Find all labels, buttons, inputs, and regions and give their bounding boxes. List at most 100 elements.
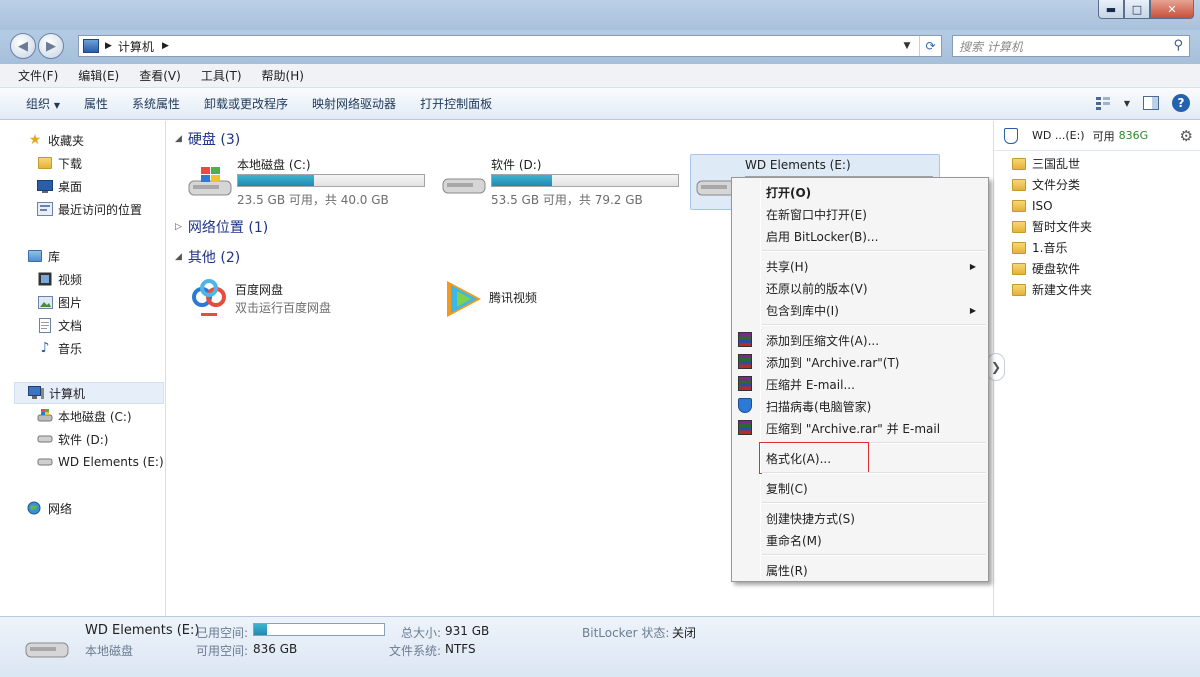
sidebar-item-label: 图片 [58,295,83,310]
expand-icon[interactable]: ▷ [175,222,182,232]
search-icon[interactable]: ⚲ [1173,38,1183,53]
menu-item-share[interactable]: 共享(H) ▶ [734,255,986,277]
uninstall-program-button[interactable]: 卸载或更改程序 [194,95,302,112]
menu-separator [762,250,986,252]
folder-item[interactable]: 新建文件夹 [1012,279,1092,300]
sidebar-item-drive-c[interactable]: 本地磁盘 (C:) [36,405,162,427]
menu-item-compress-rar-email[interactable]: 压缩到 "Archive.rar" 并 E-mail [734,417,986,439]
menu-item-add-archive-rar[interactable]: 添加到 "Archive.rar"(T) [734,351,986,373]
back-button[interactable]: ◀ [10,33,36,59]
folder-item[interactable]: 文件分类 [1012,174,1080,195]
menu-item-restore-versions[interactable]: 还原以前的版本(V) [734,277,986,299]
forward-button[interactable]: ▶ [38,33,64,59]
sidebar-network[interactable]: 网络 [26,497,156,519]
map-network-drive-button[interactable]: 映射网络驱动器 [302,95,410,112]
menu-tools[interactable]: 工具(T) [191,67,252,84]
sidebar-item-pictures[interactable]: 图片 [36,291,156,313]
folder-name: 三国乱世 [1032,157,1081,171]
menu-item-label: 打开(O) [766,185,812,200]
details-usage-fill [254,624,267,635]
breadcrumb-chevron-icon[interactable]: ▶ [162,41,169,51]
group-header-network[interactable]: ▷ 网络位置 (1) [175,217,268,237]
folder-item[interactable]: 暂时文件夹 [1012,216,1092,237]
sidebar-item-recent-places[interactable]: 最近访问的位置 [36,198,162,220]
menu-edit[interactable]: 编辑(E) [68,67,129,84]
app-tencent-video[interactable]: 腾讯视频 [437,273,677,329]
folder-icon [1012,157,1026,170]
address-dropdown-icon[interactable]: ▼ [897,36,917,56]
menu-item-label: 还原以前的版本(V) [766,281,868,296]
sidebar-item-videos[interactable]: 视频 [36,268,156,290]
sidebar-item-drive-e[interactable]: WD Elements (E:) [36,451,164,473]
menu-separator [762,324,986,326]
folder-icon [1012,283,1026,296]
menu-item-add-archive[interactable]: 添加到压缩文件(A)... [734,329,986,351]
maximize-button[interactable]: □ [1124,0,1150,19]
sidebar-favorites[interactable]: ★ 收藏夹 [26,129,156,151]
preview-pane-icon[interactable] [1142,94,1160,112]
menu-file[interactable]: 文件(F) [8,67,68,84]
folder-item[interactable]: 三国乱世 [1012,153,1080,174]
sidebar-libraries[interactable]: 库 [26,245,156,267]
drive-c[interactable]: 本地磁盘 (C:) 23.5 GB 可用，共 40.0 GB [183,153,433,209]
breadcrumb-computer[interactable]: 计算机 [118,38,154,55]
search-input[interactable]: 搜索 计算机 ⚲ [952,35,1190,57]
computer-icon [27,385,45,401]
menu-item-label: 属性(R) [766,563,808,578]
group-title: 其他 (2) [187,250,241,266]
address-bar[interactable]: ▶ 计算机 ▶ ▼ ⟳ [78,35,942,57]
folder-item[interactable]: 1.音乐 [1012,237,1067,258]
video-library-icon [36,271,54,287]
menu-item-label: 启用 BitLocker(B)... [766,229,879,244]
sidebar-item-label: 视频 [58,272,83,287]
sidebar-item-desktop[interactable]: 桌面 [36,175,156,197]
menu-item-open[interactable]: 打开(O) [734,181,986,203]
group-header-other[interactable]: ◢ 其他 (2) [175,247,240,267]
menu-item-create-shortcut[interactable]: 创建快捷方式(S) [734,507,986,529]
minimize-button[interactable]: ▬ [1098,0,1124,19]
menu-item-label: 扫描病毒(电脑管家) [766,399,872,414]
folder-item[interactable]: ISO [1012,195,1053,216]
close-button[interactable]: ✕ [1150,0,1194,19]
menu-item-properties[interactable]: 属性(R) [734,559,986,581]
menu-help[interactable]: 帮助(H) [252,67,314,84]
drive-d[interactable]: 软件 (D:) 53.5 GB 可用，共 79.2 GB [437,153,687,209]
app-baidu-netdisk[interactable]: 百度网盘 双击运行百度网盘 [183,273,423,329]
menu-item-bitlocker[interactable]: 启用 BitLocker(B)... [734,225,986,247]
folder-name: 1.音乐 [1032,241,1068,255]
submenu-arrow-icon: ▶ [969,261,976,271]
sidebar-item-music[interactable]: ♪ 音乐 [36,337,156,359]
menu-view[interactable]: 查看(V) [129,67,191,84]
menu-item-rename[interactable]: 重命名(M) [734,529,986,551]
organize-button[interactable]: 组织 ▼ [16,95,74,112]
sidebar-computer[interactable]: 计算机 [14,382,164,404]
refresh-icon[interactable]: ⟳ [919,36,941,56]
gear-icon[interactable]: ⚙ [1180,127,1193,145]
group-header-hard-disks[interactable]: ◢ 硬盘 (3) [175,129,240,149]
menu-item-scan-virus[interactable]: 扫描病毒(电脑管家) [734,395,986,417]
sidebar-item-label: 最近访问的位置 [58,202,143,217]
collapse-icon[interactable]: ◢ [175,134,182,144]
view-dropdown-icon[interactable]: ▼ [1124,99,1130,108]
menu-item-compress-email[interactable]: 压缩并 E-mail... [734,373,986,395]
folder-item[interactable]: 硬盘软件 [1012,258,1080,279]
view-controls: ▼ ? [1094,94,1190,112]
menu-item-copy[interactable]: 复制(C) [734,477,986,499]
system-properties-button[interactable]: 系统属性 [122,95,194,112]
details-bitlocker-label: BitLocker 状态: [582,626,670,640]
sidebar-item-drive-d[interactable]: 软件 (D:) [36,428,162,450]
view-options-icon[interactable] [1094,94,1112,112]
sidebar-item-downloads[interactable]: 下载 [36,152,156,174]
properties-button[interactable]: 属性 [74,95,122,112]
sidebar-item-documents[interactable]: 文档 [36,314,156,336]
collapse-icon[interactable]: ◢ [175,252,182,262]
menu-separator [762,472,986,474]
caption-buttons: ▬ □ ✕ [1098,0,1194,19]
command-bar: 组织 ▼ 属性 系统属性 卸载或更改程序 映射网络驱动器 打开控制面板 ▼ ? [0,88,1200,120]
menu-item-open-new-window[interactable]: 在新窗口中打开(E) [734,203,986,225]
details-fs-label: 文件系统: [389,644,442,658]
menu-item-include-library[interactable]: 包含到库中(I) ▶ [734,299,986,321]
help-icon[interactable]: ? [1172,94,1190,112]
expand-pane-chevron-icon[interactable]: ❯ [987,353,1005,381]
open-control-panel-button[interactable]: 打开控制面板 [410,95,506,112]
